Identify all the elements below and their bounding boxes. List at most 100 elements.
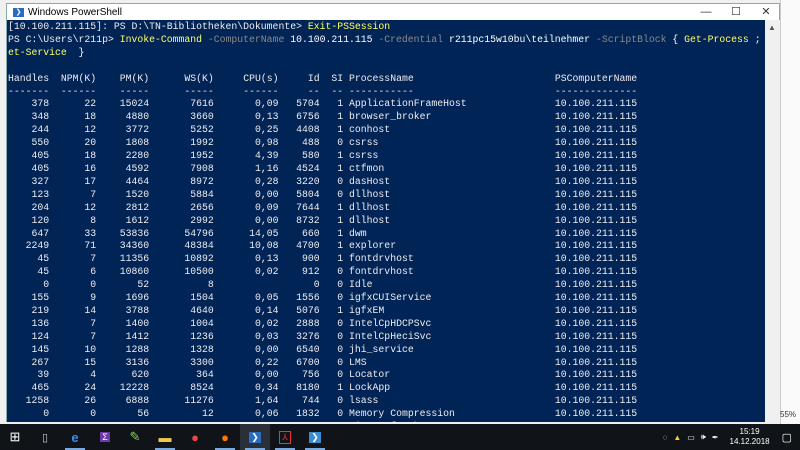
ws-cell: 1224 — [149, 421, 214, 422]
close-button[interactable]: ✕ — [751, 4, 781, 20]
id-cell: 5704 — [278, 98, 320, 110]
ps-computer-name-cell: 10.100.211.115 — [554, 111, 638, 123]
ws-cell: 54796 — [149, 227, 214, 239]
window-title: Windows PowerShell — [28, 6, 122, 18]
table-row: 145 10 1288 1328 0,00 6540 0 jhi_service… — [8, 344, 765, 357]
id-cell: 5804 — [278, 188, 320, 200]
si-cell: 0 — [319, 266, 344, 278]
id-cell: 660 — [278, 227, 320, 239]
process-name-cell: dasHost — [343, 175, 555, 187]
table-row: 348 18 4880 3660 0,13 6756 1 browser_bro… — [8, 111, 765, 124]
pm-cell: 12228 — [96, 382, 150, 394]
chrome-icon[interactable]: ● — [180, 424, 210, 450]
npm-cell: 9 — [49, 292, 97, 304]
id-cell: 488 — [278, 137, 320, 149]
ws-cell: 5252 — [149, 124, 214, 136]
volume-icon[interactable]: 🕪 — [701, 432, 706, 442]
npm-cell: 18 — [49, 111, 97, 123]
cpu-cell: 0,06 — [213, 408, 279, 420]
scroll-up-arrow-icon[interactable]: ▲ — [768, 23, 776, 32]
acrobat-icon[interactable]: ⅄ — [270, 424, 300, 450]
minimize-button[interactable]: — — [691, 4, 721, 20]
clock[interactable]: 15:19 14.12.2018 — [730, 427, 770, 447]
prompt: PS C:\Users\r211p> — [8, 33, 120, 45]
pm-header: PM(K) — [96, 72, 150, 84]
ps-computer-name-cell: 10.100.211.115 — [554, 330, 638, 342]
edge-icon[interactable]: e — [60, 424, 90, 450]
handles-cell: 405 — [8, 150, 50, 162]
powershell-ise-icon[interactable]: ❯ — [300, 424, 330, 450]
npm-cell: 18 — [49, 150, 97, 162]
process-table: 378 22 15024 7616 0,09 5704 1 Applicatio… — [8, 98, 765, 422]
si-cell: 0 — [319, 369, 344, 381]
process-name-header: ProcessName — [343, 72, 555, 84]
handles-cell: 378 — [8, 98, 50, 110]
si-cell: 0 — [319, 175, 344, 187]
npm-cell: 7 — [49, 317, 97, 329]
blank-line — [8, 60, 765, 73]
title-bar[interactable]: ❯ Windows PowerShell — ☐ ✕ — [7, 4, 779, 20]
notifications-icon[interactable]: ▢ — [782, 431, 792, 444]
pm-cell: 3136 — [96, 356, 150, 368]
cpu-cell: 0,13 — [213, 111, 279, 123]
pen-icon[interactable]: ✒ — [712, 433, 719, 442]
handles-header: ------- — [8, 85, 50, 97]
cpu-cell: 0,02 — [213, 266, 279, 278]
handles-cell: 647 — [8, 227, 50, 239]
table-row: 838 50 121596 1224 0,66 1936 1 Microsoft… — [8, 421, 765, 422]
cpu-cell: 0,28 — [213, 175, 279, 187]
si-cell: 1 — [319, 111, 344, 123]
network-icon[interactable]: ▭ — [687, 433, 695, 442]
ps-computer-name-cell: 10.100.211.115 — [554, 369, 638, 381]
cpu-cell: 0,22 — [213, 356, 279, 368]
task-view-icon[interactable]: ▯ — [30, 424, 60, 450]
npm-cell: 6 — [49, 266, 97, 278]
si-cell: 0 — [319, 292, 344, 304]
argument: 10.100.211.115 — [290, 33, 373, 45]
id-cell: 1936 — [278, 421, 320, 422]
process-name-cell: lsass — [343, 395, 555, 407]
table-row: 405 16 4592 7908 1,16 4524 1 ctfmon 10.1… — [8, 163, 765, 176]
id-cell: 6756 — [278, 111, 320, 123]
ps-computer-name-cell: 10.100.211.115 — [554, 150, 638, 162]
ws-cell: 12 — [149, 408, 214, 420]
si-cell: 1 — [319, 201, 344, 213]
pm-cell: 56 — [96, 408, 150, 420]
ws-cell: 7908 — [149, 162, 214, 174]
process-name-cell: conhost — [343, 124, 555, 136]
id-cell: 6700 — [278, 356, 320, 368]
pm-cell: 1520 — [96, 188, 150, 200]
ws-cell: 2992 — [149, 214, 214, 226]
handles-cell: 327 — [8, 175, 50, 187]
npm-cell: 0 — [49, 279, 97, 291]
process-name-cell: fontdrvhost — [343, 266, 555, 278]
si-cell: 1 — [319, 214, 344, 226]
id-cell: 3220 — [278, 175, 320, 187]
sync-icon[interactable]: ◌ — [663, 433, 668, 442]
warning-icon[interactable]: ▲ — [673, 433, 681, 442]
vertical-scrollbar[interactable]: ▲ — [765, 20, 780, 422]
ps-computer-name-cell: 10.100.211.115 — [554, 162, 638, 174]
powershell-window[interactable]: ❯ Windows PowerShell — ☐ ✕ [10.100.211.1… — [6, 3, 780, 422]
table-row: 204 12 2812 2656 0,09 7644 1 dllhost 10.… — [8, 202, 765, 215]
pm-cell: 6888 — [96, 395, 150, 407]
notepad-icon[interactable]: ✎ — [120, 424, 150, 450]
file-explorer-icon[interactable]: ▬ — [150, 424, 180, 450]
id-cell: 4408 — [278, 124, 320, 136]
console-output[interactable]: [10.100.211.115]: PS D:\TN-Bibliotheken\… — [7, 20, 765, 422]
pm-cell: 3772 — [96, 124, 150, 136]
windows-start-icon[interactable]: ⊞ — [0, 424, 30, 450]
powershell-ise-icon[interactable]: Σ — [90, 424, 120, 450]
firefox-icon[interactable]: ● — [210, 424, 240, 450]
powershell-taskbar-icon[interactable]: ❯ — [240, 424, 270, 450]
id-cell: 2888 — [278, 317, 320, 329]
command-line-3: et-Service } — [8, 47, 765, 60]
maximize-button[interactable]: ☐ — [721, 4, 751, 20]
table-row: 550 20 1808 1992 0,98 488 0 csrss 10.100… — [8, 137, 765, 150]
background-window[interactable] — [780, 0, 800, 424]
id-cell: 756 — [278, 369, 320, 381]
pm-cell: 1696 — [96, 292, 150, 304]
table-row: 2249 71 34360 48384 10,08 4700 1 explore… — [8, 240, 765, 253]
handles-cell: 120 — [8, 214, 50, 226]
si-header: -- — [319, 85, 344, 97]
